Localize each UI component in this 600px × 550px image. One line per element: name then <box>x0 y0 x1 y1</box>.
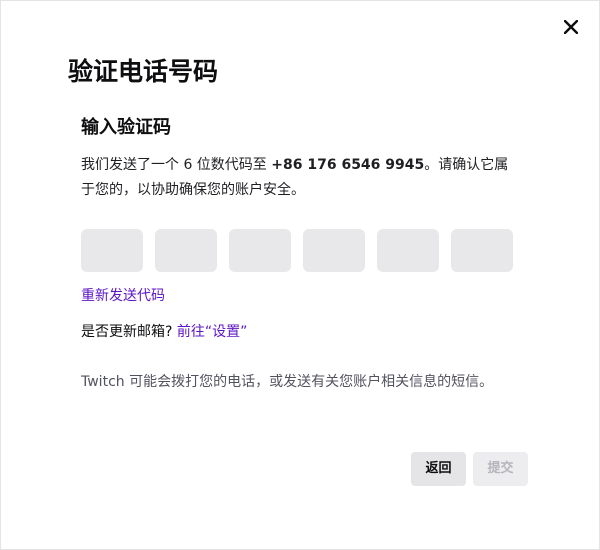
verification-code-inputs <box>81 229 513 272</box>
code-digit-6[interactable] <box>451 229 513 272</box>
back-button[interactable]: 返回 <box>411 452 466 486</box>
description-prefix: 我们发送了一个 6 位数代码至 <box>81 157 272 173</box>
code-digit-3[interactable] <box>229 229 291 272</box>
update-email-line: 是否更新邮箱? 前往“设置” <box>81 322 247 342</box>
code-digit-5[interactable] <box>377 229 439 272</box>
submit-button[interactable]: 提交 <box>473 452 528 486</box>
code-digit-4[interactable] <box>303 229 365 272</box>
dialog-subtitle: 输入验证码 <box>81 117 171 138</box>
verification-description: 我们发送了一个 6 位数代码至 +86 176 6546 9945。请确认它属于… <box>81 153 521 203</box>
close-button[interactable] <box>557 13 585 41</box>
call-sms-notice: Twitch 可能会拨打您的电话，或发送有关您账户相关信息的短信。 <box>81 374 494 390</box>
dialog-title: 验证电话号码 <box>68 57 219 86</box>
phone-number: +86 176 6546 9945 <box>271 157 425 173</box>
code-digit-2[interactable] <box>155 229 217 272</box>
settings-link[interactable]: 前往“设置” <box>177 324 248 340</box>
resend-code-link[interactable]: 重新发送代码 <box>81 286 165 306</box>
close-icon <box>564 20 578 34</box>
verify-phone-dialog: 验证电话号码 输入验证码 我们发送了一个 6 位数代码至 +86 176 654… <box>0 0 600 550</box>
update-email-question: 是否更新邮箱? <box>81 324 177 340</box>
code-digit-1[interactable] <box>81 229 143 272</box>
